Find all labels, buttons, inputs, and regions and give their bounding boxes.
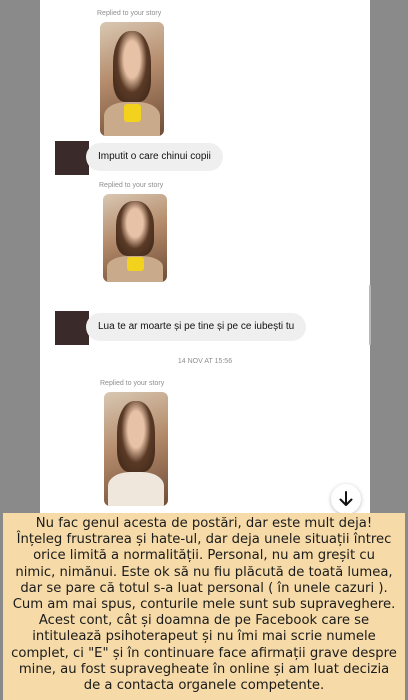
story-photo [115, 201, 155, 256]
chat-timestamp: 14 NOV AT 15:56 [177, 358, 233, 365]
sender-avatar[interactable] [55, 311, 89, 345]
story-photo [116, 401, 156, 472]
message-bubble[interactable]: Imputit o care chinui copii [86, 143, 223, 171]
sender-avatar[interactable] [55, 141, 89, 175]
replied-to-story-label: Replied to your story [100, 380, 165, 387]
story-thumbnail[interactable] [104, 392, 168, 506]
arrow-down-icon-glyph [339, 491, 353, 506]
scrollbar[interactable] [369, 285, 371, 345]
arrow-down-icon[interactable] [331, 484, 361, 514]
story-photo [112, 31, 152, 102]
replied-to-story-label: Replied to your story [99, 182, 164, 189]
story-thumbnail[interactable] [103, 194, 167, 282]
replied-to-story-label: Replied to your story [97, 10, 162, 17]
story-thumbnail[interactable] [100, 22, 164, 136]
message-bubble[interactable]: Lua te ar moarte și pe tine și pe ce iub… [86, 313, 307, 341]
caption-text: Nu fac genul acesta de postări, dar este… [3, 513, 405, 700]
